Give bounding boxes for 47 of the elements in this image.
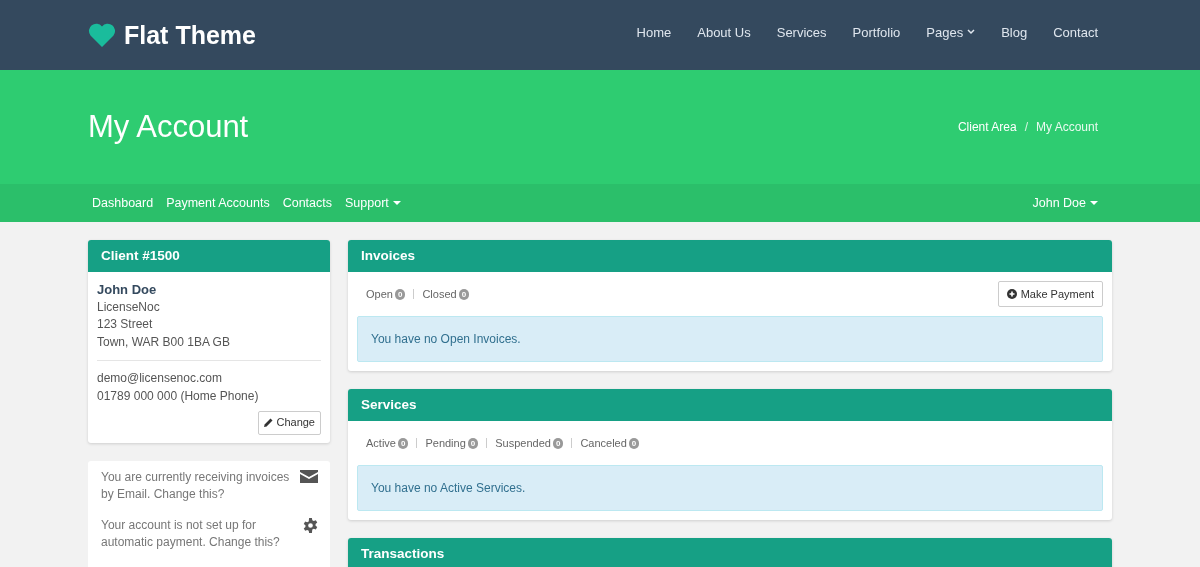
pencil-icon xyxy=(264,418,274,428)
panel-header: Invoices xyxy=(348,240,1112,272)
brand-name[interactable]: Flat Theme xyxy=(124,20,256,50)
address-line: 123 Street xyxy=(97,316,154,333)
plus-circle-icon xyxy=(1006,289,1017,299)
address-line: LicenseNoc xyxy=(97,298,161,316)
heart-icon xyxy=(88,23,116,47)
count-badge: 0 xyxy=(394,288,406,300)
filter-link[interactable]: Open 0 xyxy=(366,288,406,300)
panel-header: Transactions xyxy=(348,538,1112,567)
contact-line: 01789 000 000 (Home Phone) xyxy=(97,387,260,405)
count-badge: 0 xyxy=(467,437,479,449)
notice-text: Your account is not set up for automatic payment. Change this? xyxy=(101,516,281,551)
notice-text: You are currently receiving invoices by Email. Change this? xyxy=(101,468,291,503)
change-button[interactable]: Change xyxy=(258,411,321,435)
filter-link[interactable]: Pending 0 xyxy=(425,437,479,449)
breadcrumb-current: My Account xyxy=(1035,120,1098,134)
count-badge: 0 xyxy=(458,288,470,300)
panel-header: Services xyxy=(348,389,1112,421)
page-title: My Account xyxy=(88,109,249,145)
count-badge: 0 xyxy=(628,437,640,449)
nav-link[interactable]: About Us xyxy=(684,24,764,40)
chevron-icon xyxy=(967,29,976,35)
caret-icon xyxy=(392,200,401,206)
info-message: You have no Open Invoices. xyxy=(357,316,1103,362)
address-line: Town, WAR B00 1BA GB xyxy=(97,333,231,351)
count-badge: 0 xyxy=(397,437,409,449)
filter-link[interactable]: Suspended 0 xyxy=(495,437,564,449)
nav-link[interactable]: Pages xyxy=(913,24,989,40)
filter-link[interactable]: Closed 0 xyxy=(422,288,470,300)
filter-link[interactable]: Canceled 0 xyxy=(580,437,640,449)
nav-link[interactable]: Blog xyxy=(988,24,1041,40)
contact-line: demo@licensenoc.com xyxy=(97,370,223,387)
breadcrumb-separator: / xyxy=(1024,120,1028,134)
info-message: You have no Active Services. xyxy=(357,465,1103,511)
card-header: Client #1500 xyxy=(88,240,330,272)
settings-icon[interactable] xyxy=(303,517,318,533)
count-badge: 0 xyxy=(552,437,564,449)
client-name: John Doe xyxy=(97,281,158,299)
envelope-icon[interactable] xyxy=(300,469,318,483)
nav-link[interactable]: Contact xyxy=(1040,24,1112,40)
nav-link[interactable]: Portfolio xyxy=(839,24,914,40)
make-payment-button[interactable]: Make Payment xyxy=(997,281,1103,307)
caret-icon xyxy=(1090,200,1098,206)
nav-link[interactable]: Services xyxy=(763,24,840,40)
filter-link[interactable]: Active 0 xyxy=(366,437,409,449)
nav-link[interactable]: Home xyxy=(623,24,685,40)
